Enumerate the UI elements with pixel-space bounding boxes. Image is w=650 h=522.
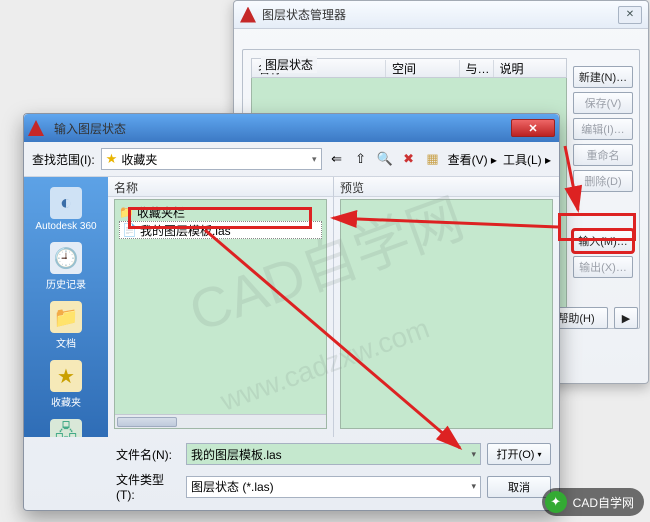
col-space: 空间	[386, 60, 460, 77]
rename-button[interactable]: 重命名	[573, 144, 633, 166]
places-bar: ◐ Autodesk 360 🕘 历史记录 📁 文档 ★ 收藏夹 🖧 FTP 🖥	[24, 177, 108, 437]
chevron-down-icon[interactable]: ▾	[471, 449, 476, 460]
preview-area	[340, 199, 553, 429]
folder-icon: 📁	[50, 301, 82, 333]
file-icon: 📄	[122, 223, 137, 237]
list-item[interactable]: 📁 收藏夹栏	[119, 203, 322, 221]
open-button[interactable]: 打开(O)▾	[487, 443, 551, 465]
list-item-label: 收藏夹栏	[137, 204, 185, 221]
chevron-down-icon: ▾	[312, 154, 317, 165]
col-same: 与…	[460, 60, 494, 77]
delete-icon[interactable]: ✖	[400, 150, 418, 168]
autocad-icon	[240, 7, 256, 23]
list-item-selected[interactable]: 📄 我的图层模板.las	[119, 221, 322, 239]
edit-button[interactable]: 编辑(I)…	[573, 118, 633, 140]
group-label: 图层状态	[261, 56, 317, 73]
cancel-button[interactable]: 取消	[487, 476, 551, 498]
place-autodesk360[interactable]: ◐ Autodesk 360	[24, 183, 108, 236]
place-favorites[interactable]: ★ 收藏夹	[24, 356, 108, 413]
import-button[interactable]: 输入(M)…	[573, 230, 633, 252]
filetype-field[interactable]: 图层状态 (*.las) ▾	[186, 476, 481, 498]
chevron-down-icon[interactable]: ▾	[471, 481, 476, 492]
up-icon[interactable]: ⇧	[352, 150, 370, 168]
view-menu[interactable]: 查看(V) ▸	[448, 151, 497, 168]
file-titlebar[interactable]: 输入图层状态 ✕	[24, 114, 559, 142]
tools-menu[interactable]: 工具(L) ▸	[503, 151, 551, 168]
file-list[interactable]: 📁 收藏夹栏 📄 我的图层模板.las	[114, 199, 327, 429]
list-item-label: 我的图层模板.las	[140, 222, 231, 239]
place-history[interactable]: 🕘 历史记录	[24, 238, 108, 295]
filename-label: 文件名(N):	[116, 446, 180, 463]
filename-field[interactable]: 我的图层模板.las ▾	[186, 443, 481, 465]
lookin-label: 查找范围(I):	[32, 151, 95, 168]
lookin-combo[interactable]: ★ 收藏夹 ▾	[101, 148, 322, 170]
ftp-icon: 🖧	[50, 419, 82, 437]
badge-text: CAD自学网	[573, 494, 634, 511]
new-folder-icon[interactable]: ▦	[424, 150, 442, 168]
delete-button[interactable]: 删除(D)	[573, 170, 633, 192]
filename-value: 我的图层模板.las	[191, 446, 282, 463]
clock-icon: 🕘	[50, 242, 82, 274]
close-icon[interactable]: ✕	[618, 6, 642, 24]
star-icon: ★	[106, 151, 118, 167]
back-icon[interactable]: ⇐	[328, 150, 346, 168]
place-documents[interactable]: 📁 文档	[24, 297, 108, 354]
wechat-icon: ✦	[545, 491, 567, 513]
star-icon: ★	[50, 360, 82, 392]
file-toolbar: 查找范围(I): ★ 收藏夹 ▾ ⇐ ⇧ 🔍 ✖ ▦ 查看(V) ▸ 工具(L)…	[24, 142, 559, 177]
col-desc: 说明	[494, 60, 567, 77]
autocad-icon	[28, 120, 44, 136]
filetype-value: 图层状态 (*.las)	[191, 478, 274, 495]
filetype-label: 文件类型(T):	[116, 471, 180, 502]
file-dialog-title: 输入图层状态	[50, 120, 511, 137]
lsm-titlebar[interactable]: 图层状态管理器 ✕	[234, 1, 648, 29]
globe-icon: ◐	[50, 187, 82, 219]
import-file-dialog: 输入图层状态 ✕ 查找范围(I): ★ 收藏夹 ▾ ⇐ ⇧ 🔍 ✖ ▦ 查看(V…	[23, 113, 560, 511]
horizontal-scrollbar[interactable]	[115, 414, 326, 428]
save-button[interactable]: 保存(V)	[573, 92, 633, 114]
place-ftp[interactable]: 🖧 FTP	[24, 415, 108, 437]
search-icon[interactable]: 🔍	[376, 150, 394, 168]
new-button[interactable]: 新建(N)…	[573, 66, 633, 88]
expand-button[interactable]: ▶	[614, 307, 638, 329]
lookin-value: 收藏夹	[121, 151, 157, 168]
close-button[interactable]: ✕	[511, 119, 555, 137]
folder-icon: 📁	[119, 205, 134, 219]
source-badge: ✦ CAD自学网	[542, 488, 644, 516]
lsm-title: 图层状态管理器	[262, 6, 615, 23]
col-header-preview: 预览	[334, 177, 559, 197]
export-button[interactable]: 输出(X)…	[573, 256, 633, 278]
col-header-name: 名称	[108, 177, 333, 197]
